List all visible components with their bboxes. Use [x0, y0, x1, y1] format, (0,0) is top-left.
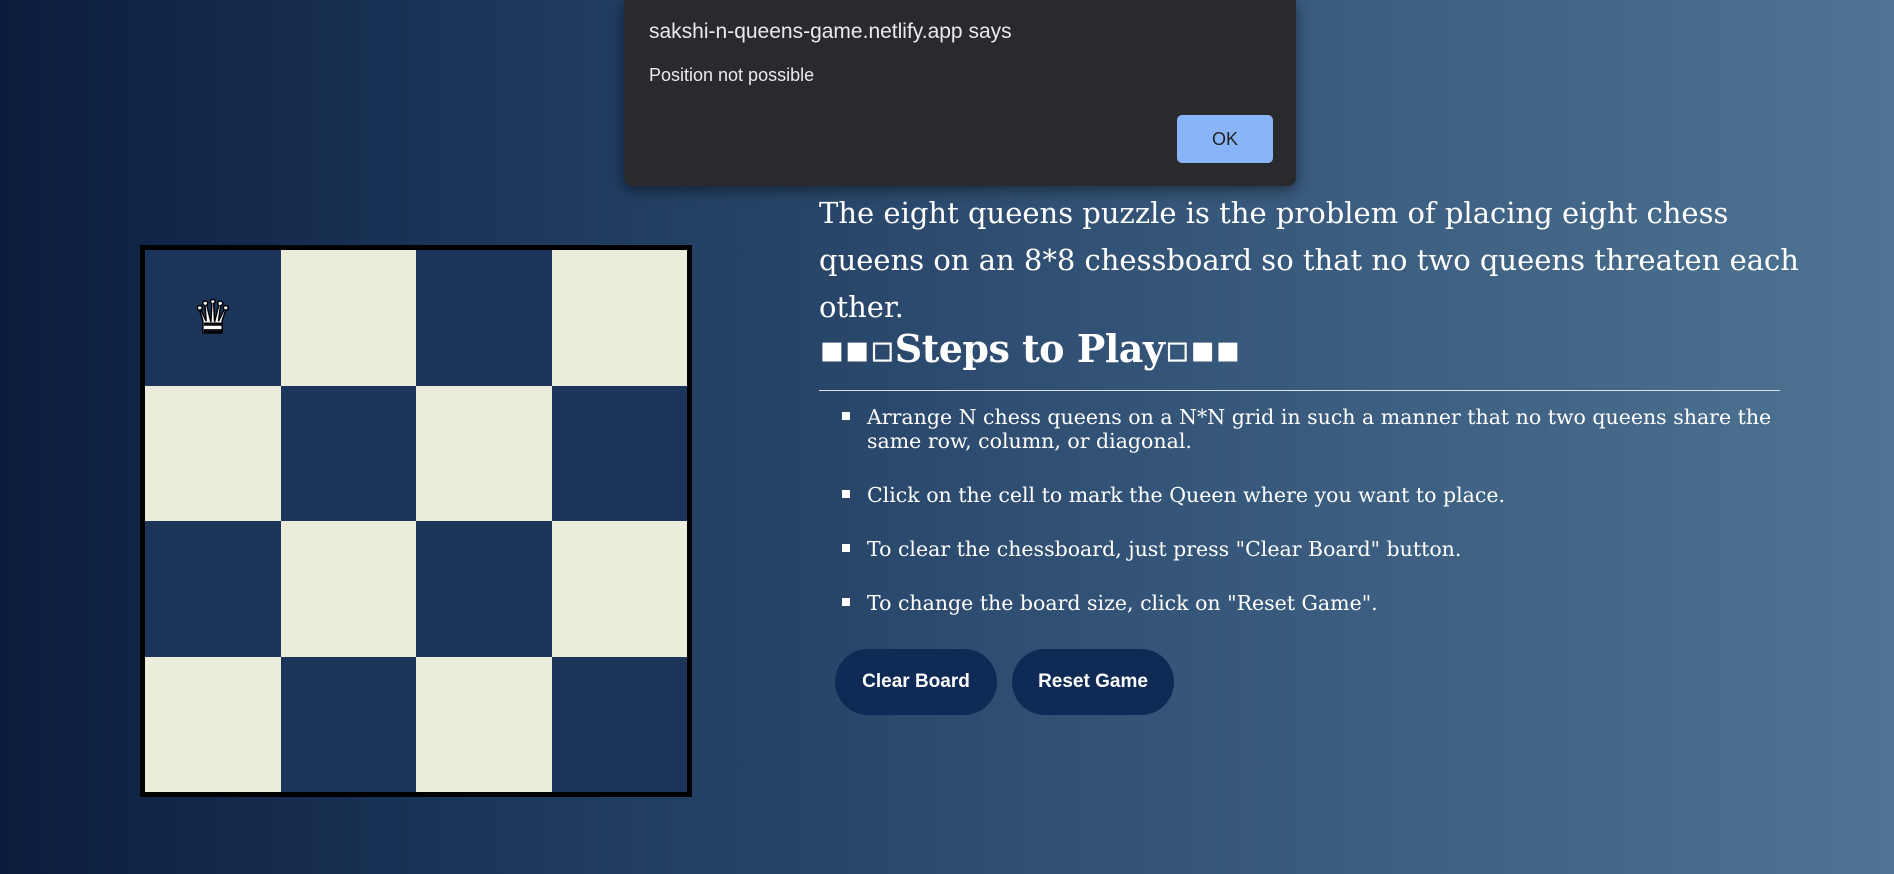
board-cell[interactable] — [280, 385, 416, 521]
board-cell[interactable] — [280, 250, 416, 386]
steps-heading: ▪▪▫Steps to Play▫▪▪ — [819, 326, 1241, 371]
board-cell[interactable] — [280, 656, 416, 792]
bullet-icon — [842, 544, 850, 552]
bullet-icon — [842, 598, 850, 606]
board-cell[interactable] — [280, 521, 416, 657]
board-cell[interactable] — [416, 385, 552, 521]
step-text: To clear the chessboard, just press "Cle… — [867, 537, 1462, 561]
bullet-icon — [842, 490, 850, 498]
reset-game-button[interactable]: Reset Game — [1012, 649, 1174, 715]
board-cell[interactable] — [416, 250, 552, 386]
step-text: To change the board size, click on "Rese… — [867, 591, 1378, 615]
step-text: Click on the cell to mark the Queen wher… — [867, 483, 1506, 507]
clear-board-button[interactable]: Clear Board — [835, 649, 997, 715]
dialog-title: sakshi-n-queens-game.netlify.app says — [649, 20, 1012, 43]
step-item: To clear the chessboard, just press "Cle… — [819, 537, 1789, 561]
divider — [819, 390, 1780, 391]
board-cell[interactable] — [551, 385, 687, 521]
step-item: To change the board size, click on "Rese… — [819, 591, 1789, 615]
board-cell[interactable] — [145, 385, 281, 521]
dialog-message: Position not possible — [649, 65, 815, 85]
board-cell[interactable]: ♛ — [145, 250, 281, 386]
step-text: Arrange N chess queens on a N*N grid in … — [867, 405, 1772, 453]
board-cell[interactable] — [145, 656, 281, 792]
dialog-ok-button[interactable]: OK — [1177, 115, 1273, 163]
board-cell[interactable] — [551, 521, 687, 657]
queen-icon: ♛ — [191, 289, 234, 344]
step-item: Arrange N chess queens on a N*N grid in … — [819, 405, 1789, 453]
step-item: Click on the cell to mark the Queen wher… — [819, 483, 1789, 507]
steps-list: Arrange N chess queens on a N*N grid in … — [819, 405, 1789, 645]
board-cell[interactable] — [551, 250, 687, 386]
intro-text: The eight queens puzzle is the problem o… — [819, 196, 1799, 324]
bullet-icon — [842, 412, 850, 420]
chessboard: ♛ — [140, 245, 692, 797]
board-cell[interactable] — [145, 521, 281, 657]
alert-dialog: sakshi-n-queens-game.netlify.app says Po… — [624, 0, 1296, 186]
board-cell[interactable] — [551, 656, 687, 792]
board-cell[interactable] — [416, 521, 552, 657]
board-cell[interactable] — [416, 656, 552, 792]
